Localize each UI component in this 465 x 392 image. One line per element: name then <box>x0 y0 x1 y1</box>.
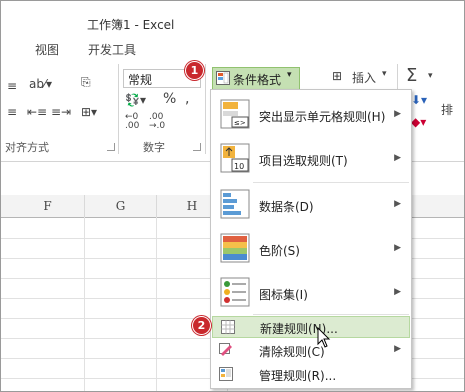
comma-button[interactable]: , <box>185 91 189 107</box>
decrease-indent-icon[interactable]: ⇤≡ <box>27 105 47 119</box>
group-separator <box>118 64 119 154</box>
svg-text:≤>: ≤> <box>234 119 246 127</box>
fill-icon[interactable]: ⬇▾ <box>411 93 427 107</box>
chevron-down-icon[interactable]: ▾ <box>428 71 433 81</box>
menu-item-color-scales[interactable]: 色阶(S) ▶ <box>211 228 411 268</box>
step-badge-1: 1 <box>186 62 203 79</box>
clear-icon[interactable]: ◆▾ <box>411 115 426 129</box>
column-header-g[interactable]: G <box>85 195 157 218</box>
tab-developer[interactable]: 开发工具 <box>88 41 136 58</box>
increase-decimal-icon[interactable]: ←0.00 <box>125 113 139 131</box>
menu-item-label: 管理规则(R)... <box>259 369 337 383</box>
menu-item-top-bottom-rules[interactable]: 10 项目选取规则(T) ▶ <box>211 138 411 178</box>
icon-sets-icon <box>220 277 250 307</box>
alignment-launcher-icon[interactable] <box>107 143 115 151</box>
menu-item-new-rule[interactable]: 新建规则(N)... <box>212 316 410 338</box>
menu-item-highlight-cells-rules[interactable]: ≤> 突出显示单元格规则(H) ▶ <box>211 94 411 134</box>
menu-item-label: 图标集(I) <box>259 288 308 302</box>
svg-text:10: 10 <box>234 162 244 171</box>
menu-separator <box>253 314 409 315</box>
color-scales-icon <box>220 233 250 263</box>
mouse-cursor-icon <box>317 327 331 348</box>
data-bars-icon <box>220 189 250 219</box>
chevron-right-icon: ▶ <box>394 287 401 297</box>
orientation-icon[interactable]: ab⁄▾ <box>29 77 52 91</box>
chevron-right-icon: ▶ <box>394 109 401 119</box>
wrap-text-icon[interactable]: ⎘ <box>81 75 91 90</box>
increase-indent-icon[interactable]: ≡⇥ <box>51 105 71 119</box>
conditional-formatting-icon <box>216 71 230 85</box>
ribbon-tabs: 视图 开发工具 <box>1 33 464 61</box>
step-badge-2: 2 <box>193 317 210 334</box>
chevron-down-icon[interactable]: ▾ <box>382 69 387 79</box>
chevron-down-icon: ▾ <box>287 70 292 80</box>
window-title: 工作簿1 - Excel <box>87 18 175 32</box>
column-header-f[interactable]: F <box>11 195 85 218</box>
group-separator <box>205 64 206 154</box>
number-format-value: 常规 <box>128 73 153 87</box>
top-bottom-icon: 10 <box>220 143 250 173</box>
menu-item-data-bars[interactable]: 数据条(D) ▶ <box>211 184 411 224</box>
currency-icon[interactable]: 💱▾ <box>125 93 146 107</box>
menu-item-label: 项目选取规则(T) <box>259 154 348 168</box>
align-left-icon[interactable]: ≡ <box>7 105 17 119</box>
chevron-right-icon: ▶ <box>394 243 401 253</box>
group-label-alignment: 对齐方式 <box>5 141 49 154</box>
merge-center-icon[interactable]: ⊞▾ <box>81 105 97 119</box>
menu-item-label: 色阶(S) <box>259 244 300 258</box>
menu-item-manage-rules[interactable]: 管理规则(R)... <box>211 364 411 384</box>
insert-cells-icon[interactable]: ⊞ <box>332 69 342 83</box>
column-gridline <box>156 217 157 391</box>
menu-item-label: 数据条(D) <box>259 200 314 214</box>
new-rule-icon <box>221 320 235 334</box>
conditional-formatting-label: 条件格式 <box>233 73 282 87</box>
clear-rules-icon <box>219 343 232 356</box>
conditional-formatting-button[interactable]: 条件格式 ▾ <box>212 67 300 90</box>
conditional-formatting-menu: ≤> 突出显示单元格规则(H) ▶ 10 项目选取规则(T) ▶ 数据条(D) … <box>210 89 412 389</box>
menu-item-clear-rules[interactable]: 清除规则(C) ▶ <box>211 340 411 360</box>
menu-item-label: 清除规则(C) <box>259 345 325 359</box>
percent-button[interactable]: % <box>163 91 176 107</box>
excel-window: 工作簿1 - Excel 视图 开发工具 ≡ ab⁄▾ ≡ ⇤≡ ≡⇥ ⎘ ⊞▾… <box>0 0 465 392</box>
chevron-right-icon: ▶ <box>394 153 401 163</box>
number-launcher-icon[interactable] <box>193 143 201 151</box>
align-lines-icon[interactable]: ≡ <box>7 79 17 93</box>
menu-item-icon-sets[interactable]: 图标集(I) ▶ <box>211 272 411 312</box>
tab-view[interactable]: 视图 <box>35 41 59 58</box>
menu-item-label: 突出显示单元格规则(H) <box>259 110 386 124</box>
insert-button[interactable]: 插入 <box>352 69 376 86</box>
highlight-cells-icon: ≤> <box>220 99 250 129</box>
chevron-right-icon: ▶ <box>394 344 401 354</box>
sort-filter-button[interactable]: 排 <box>441 101 453 118</box>
chevron-right-icon: ▶ <box>394 199 401 209</box>
title-bar: 工作簿1 - Excel <box>1 1 464 33</box>
group-label-number: 数字 <box>143 141 165 154</box>
autosum-icon[interactable]: Σ <box>406 65 417 86</box>
menu-separator <box>253 182 409 183</box>
manage-rules-icon <box>219 367 233 381</box>
column-gridline <box>84 217 85 391</box>
decrease-decimal-icon[interactable]: .00 →.0 <box>149 113 165 131</box>
